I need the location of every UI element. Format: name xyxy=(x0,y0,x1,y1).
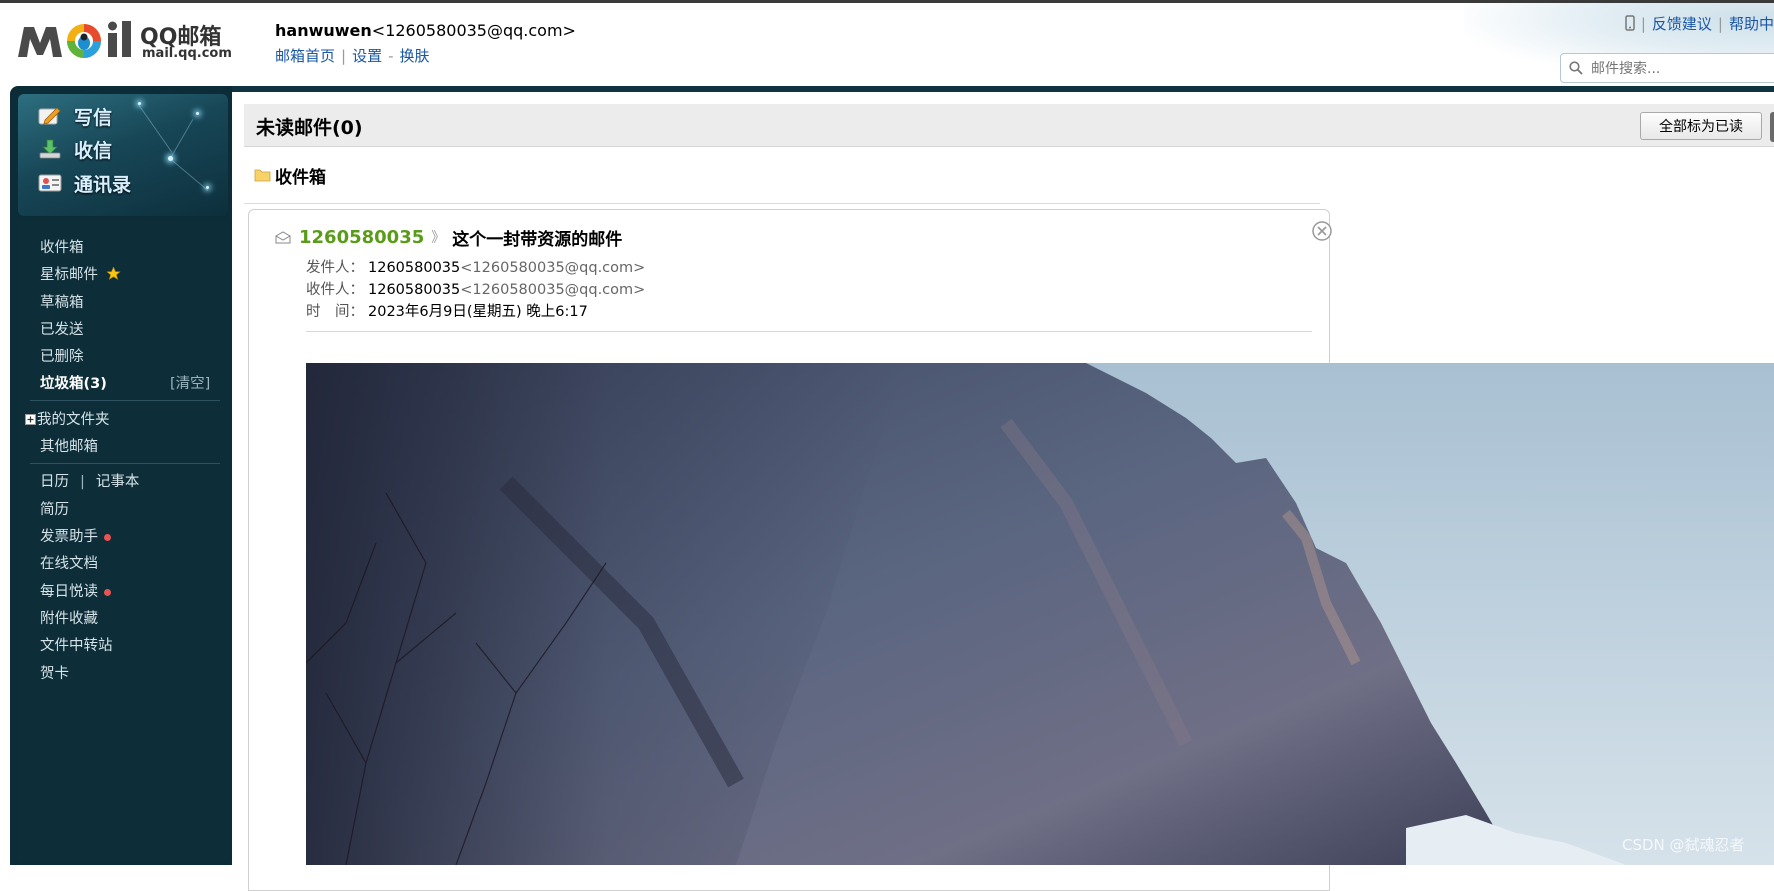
sidebar-item-invoice[interactable]: 发票助手 xyxy=(40,525,111,546)
envelope-icon xyxy=(275,230,291,243)
mark-all-read-button[interactable]: 全部标为已读 xyxy=(1640,112,1762,140)
to-name[interactable]: 1260580035 xyxy=(368,282,460,298)
compose-icon xyxy=(38,107,61,125)
divider xyxy=(244,203,1320,204)
calendar-link[interactable]: 日历 xyxy=(40,474,69,490)
to-row: 收件人： 1260580035<1260580035@qq.com> xyxy=(306,278,645,299)
email-body-image xyxy=(306,363,1774,865)
sidebar-item-label: 每日悦读 xyxy=(40,584,98,600)
sidebar-item-inbox[interactable]: 收件箱 xyxy=(40,236,84,257)
main-top-border xyxy=(232,86,1774,92)
sidebar-item-label: 我的文件夹 xyxy=(37,412,110,428)
expand-icon[interactable] xyxy=(25,414,36,425)
account-email: <1260580035@qq.com> xyxy=(371,21,576,40)
watermark: CSDN @弑魂忍者 xyxy=(1622,836,1745,854)
sidebar-item-file-transfer[interactable]: 文件中转站 xyxy=(40,634,113,655)
decor-line xyxy=(170,119,194,159)
sidebar-item-attachments[interactable]: 附件收藏 xyxy=(40,607,98,628)
clear-spam-link[interactable]: [清空] xyxy=(170,372,210,393)
search-icon xyxy=(1569,61,1583,75)
contacts-label: 通讯录 xyxy=(74,173,132,196)
link-separator: - xyxy=(388,47,394,65)
contacts-icon xyxy=(38,174,62,192)
time-label: 时 间： xyxy=(306,304,364,320)
compose-label: 写信 xyxy=(74,106,113,129)
unread-toolbar: 未读邮件(0) 全部标为已读 xyxy=(244,104,1774,147)
settings-link[interactable]: 设置 xyxy=(352,47,382,65)
help-link[interactable]: 帮助中 xyxy=(1729,15,1774,33)
phone-icon[interactable] xyxy=(1625,14,1635,35)
feedback-link[interactable]: 反馈建议 xyxy=(1652,15,1712,33)
link-separator: | xyxy=(341,47,347,65)
logo-domain: mail.qq.com xyxy=(142,46,232,61)
sidebar-item-spam[interactable]: 垃圾箱(3) xyxy=(40,372,107,393)
email-subject-row: 1260580035 》 这个一封带资源的邮件 xyxy=(275,224,622,250)
tool-separator: | xyxy=(80,474,85,490)
change-skin-link[interactable]: 换肤 xyxy=(400,47,430,65)
sidebar-item-resume[interactable]: 简历 xyxy=(40,498,69,519)
folder-icon xyxy=(254,169,271,182)
receive-button[interactable]: 收信 xyxy=(38,133,112,165)
decor-line xyxy=(137,103,173,153)
star-icon xyxy=(106,266,121,280)
sidebar: 写信 收信 通讯录 收件箱 星标邮件 草稿箱 已发送 已删除 垃圾箱(3) [清… xyxy=(10,86,232,865)
folder-heading: 收件箱 xyxy=(254,162,326,188)
sidebar-item-sent[interactable]: 已发送 xyxy=(40,318,84,339)
from-name[interactable]: 1260580035 xyxy=(368,260,460,276)
sidebar-item-my-folders[interactable]: 我的文件夹 xyxy=(25,408,110,429)
top-right-links: | 反馈建议 | 帮助中 xyxy=(1625,13,1774,35)
toolbar-button-edge[interactable] xyxy=(1770,112,1774,142)
header: QQ邮箱 mail.qq.com hanwuwen<1260580035@qq.… xyxy=(0,3,1774,86)
compose-button[interactable]: 写信 xyxy=(38,100,112,132)
mailbox-home-link[interactable]: 邮箱首页 xyxy=(275,47,335,65)
to-label: 收件人： xyxy=(306,282,364,298)
search-input[interactable] xyxy=(1589,58,1773,80)
sidebar-item-starred[interactable]: 星标邮件 xyxy=(40,263,121,284)
mail-search[interactable] xyxy=(1560,53,1774,83)
folder-label: 收件箱 xyxy=(275,167,326,188)
qq-mail-logo[interactable]: QQ邮箱 mail.qq.com xyxy=(18,19,248,69)
account-links: 邮箱首页 | 设置 - 换肤 xyxy=(275,45,430,66)
from-email: <1260580035@qq.com> xyxy=(460,260,646,276)
from-row: 发件人： 1260580035<1260580035@qq.com> xyxy=(306,256,645,277)
email-subject: 这个一封带资源的邮件 xyxy=(452,229,623,250)
sidebar-item-tools-row: 日历 | 记事本 xyxy=(40,470,139,491)
subject-separator: 》 xyxy=(431,230,446,246)
from-label: 发件人： xyxy=(306,260,364,276)
sidebar-item-label: 发票助手 xyxy=(40,529,98,545)
sidebar-item-cards[interactable]: 贺卡 xyxy=(40,662,69,683)
sidebar-actions-panel: 写信 收信 通讯录 xyxy=(18,94,228,216)
sidebar-nav: 收件箱 星标邮件 草稿箱 已发送 已删除 垃圾箱(3) [清空] 我的文件夹 其… xyxy=(18,222,228,862)
sidebar-item-drafts[interactable]: 草稿箱 xyxy=(40,291,84,312)
account-name: hanwuwen xyxy=(275,21,372,40)
close-icon[interactable] xyxy=(1312,221,1332,241)
download-icon xyxy=(39,139,61,159)
decor-line xyxy=(169,158,209,191)
sidebar-divider xyxy=(30,463,220,464)
sidebar-divider xyxy=(30,400,220,401)
sender-name[interactable]: 1260580035 xyxy=(299,227,424,248)
sidebar-item-docs[interactable]: 在线文档 xyxy=(40,552,98,573)
link-separator: | xyxy=(1717,15,1723,33)
sidebar-item-deleted[interactable]: 已删除 xyxy=(40,345,84,366)
divider xyxy=(306,331,1312,332)
sidebar-item-label: 星标邮件 xyxy=(40,267,98,283)
sidebar-item-daily-read[interactable]: 每日悦读 xyxy=(40,580,111,601)
decor-star xyxy=(196,112,199,115)
contacts-button[interactable]: 通讯录 xyxy=(38,167,131,199)
sidebar-item-other-mailbox[interactable]: 其他邮箱 xyxy=(40,435,98,456)
time-value: 2023年6月9日(星期五) 晚上6:17 xyxy=(368,304,588,320)
link-separator: | xyxy=(1640,15,1646,33)
new-dot-icon xyxy=(104,588,111,596)
page-title: 未读邮件(0) xyxy=(256,117,363,139)
time-row: 时 间： 2023年6月9日(星期五) 晚上6:17 xyxy=(306,300,588,321)
to-email: <1260580035@qq.com> xyxy=(460,282,646,298)
new-dot-icon xyxy=(104,533,111,541)
notes-link[interactable]: 记事本 xyxy=(96,474,140,490)
account-info: hanwuwen<1260580035@qq.com> xyxy=(275,21,576,40)
receive-label: 收信 xyxy=(74,139,113,162)
